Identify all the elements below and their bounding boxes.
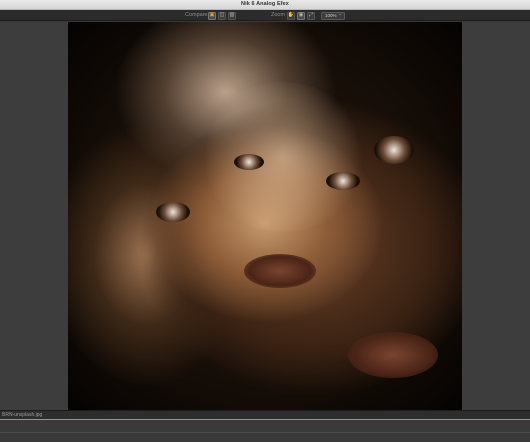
hand-tool-icon: ✋ [287, 12, 295, 18]
zoom-level-select[interactable]: 100% ⌃ [321, 11, 345, 20]
zoom-label: Zoom [271, 12, 286, 18]
image-mouth [244, 254, 316, 288]
status-bar: BRN-unsplash.jpg [0, 410, 530, 419]
bottom-panel [0, 420, 530, 442]
preview-image [68, 22, 462, 410]
file-name: BRN-unsplash.jpg [2, 412, 43, 418]
image-eye-overlay [374, 136, 414, 164]
zoom-loupe-icon: ◉ [298, 12, 304, 18]
single-view-icon: ▣ [209, 12, 215, 18]
fit-screen-icon: ⤢ [308, 12, 313, 18]
side-by-side-icon: ▥ [229, 12, 235, 18]
image-mouth-overlay [348, 332, 438, 378]
zoom-level-value: 100% [325, 12, 337, 18]
top-toolbar: Compare ▣ ◫ ▥ Zoom ✋ ◉ ⤢ 100% ⌃ [0, 10, 530, 21]
bottom-divider [0, 432, 530, 433]
fit-screen-button[interactable]: ⤢ [307, 11, 315, 20]
split-view-button[interactable]: ◫ [218, 11, 226, 20]
title-bar: Nik 6 Analog Efex [0, 0, 530, 10]
image-eye-left [234, 154, 264, 170]
window-title: Nik 6 Analog Efex [241, 1, 289, 7]
zoom-loupe-button[interactable]: ◉ [297, 11, 305, 20]
chevron-updown-icon: ⌃ [338, 12, 342, 18]
hand-tool-button[interactable]: ✋ [287, 11, 295, 20]
side-by-side-button[interactable]: ▥ [228, 11, 236, 20]
preview-canvas[interactable] [0, 22, 530, 410]
image-light-leak [198, 82, 368, 232]
split-view-icon: ◫ [219, 12, 225, 18]
single-view-button[interactable]: ▣ [208, 11, 216, 20]
compare-label: Compare [185, 12, 208, 18]
image-eye-overlay-left [156, 202, 190, 222]
image-eye-right [326, 172, 360, 190]
